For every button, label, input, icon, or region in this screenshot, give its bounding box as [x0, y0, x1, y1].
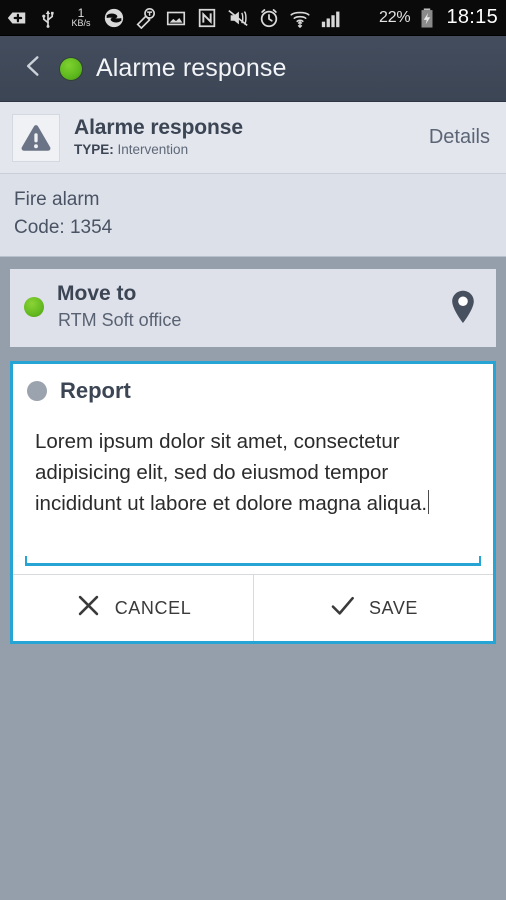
report-header: Report — [13, 364, 493, 410]
tmobile-key-icon — [134, 7, 156, 29]
close-x-icon — [75, 592, 102, 624]
wifi-icon — [289, 7, 311, 29]
cancel-button-label: CANCEL — [114, 597, 192, 618]
step-title-report: Report — [60, 378, 131, 403]
status-bar-right: 22% 18:15 — [379, 6, 498, 29]
usb-icon — [37, 7, 59, 29]
nfc-icon — [196, 7, 218, 29]
map-pin-icon[interactable] — [448, 289, 478, 325]
signal-bars-icon — [320, 7, 342, 29]
task-description: Fire alarm Code: 1354 — [0, 174, 506, 257]
step-text: Move to RTM Soft office — [57, 281, 448, 333]
step-card-move-to[interactable]: Move to RTM Soft office — [10, 269, 496, 347]
cancel-button[interactable]: CANCEL — [13, 575, 253, 641]
checkmark-icon — [329, 592, 356, 624]
report-field-wrapper: Lorem ipsum dolor sit amet, consectetur … — [13, 410, 493, 550]
status-bar-left-icons: 1 KB/s — [6, 7, 379, 29]
browser-icon — [103, 7, 125, 29]
description-line-2: Code: 1354 — [14, 217, 113, 238]
status-bar-clock: 18:15 — [446, 6, 498, 28]
battery-percent-label: 22% — [379, 8, 411, 26]
action-bar: Alarme response — [0, 36, 506, 102]
app-root: 1 KB/s 22% 18:15 Alarme response Alarme … — [0, 0, 506, 900]
download-arrow-icon — [6, 7, 28, 29]
status-dot-green — [60, 57, 82, 80]
save-button-label: SAVE — [368, 597, 419, 618]
page-title: Alarme response — [96, 54, 287, 82]
step-subtitle-location: RTM Soft office — [58, 310, 182, 330]
alarm-clock-icon — [258, 7, 280, 29]
description-line-1: Fire alarm — [14, 189, 100, 210]
task-info-header: Alarme response TYPE: Intervention Detai… — [0, 102, 506, 174]
step-title-move-to: Move to — [57, 282, 137, 305]
task-type-label: TYPE: — [74, 142, 114, 157]
vibrate-mute-icon — [227, 7, 249, 29]
input-underline — [25, 556, 481, 566]
report-actions: CANCEL SAVE — [13, 574, 493, 641]
steps-list: Move to RTM Soft office Report Lorem ips… — [0, 257, 506, 900]
data-rate-unit: KB/s — [71, 18, 91, 28]
data-rate-icon: 1 KB/s — [68, 7, 94, 28]
warning-triangle-icon — [12, 113, 60, 162]
task-info-text: Alarme response TYPE: Intervention — [74, 116, 419, 159]
battery-charging-icon — [416, 7, 438, 29]
task-type-value: Intervention — [117, 142, 189, 157]
save-button[interactable]: SAVE — [253, 575, 493, 641]
step-status-dot-gray — [27, 381, 47, 401]
back-button[interactable] — [6, 36, 60, 102]
task-title: Alarme response — [74, 116, 243, 139]
back-chevron-icon — [20, 51, 46, 86]
status-bar: 1 KB/s 22% 18:15 — [0, 0, 506, 36]
report-text-value: Lorem ipsum dolor sit amet, consectetur … — [35, 430, 428, 515]
step-status-dot-green — [24, 297, 44, 317]
text-caret — [428, 490, 430, 514]
step-card-report: Report Lorem ipsum dolor sit amet, conse… — [10, 361, 496, 644]
screenshot-image-icon — [165, 7, 187, 29]
task-type-line: TYPE: Intervention — [74, 141, 419, 159]
report-textarea[interactable]: Lorem ipsum dolor sit amet, consectetur … — [25, 426, 481, 550]
details-link[interactable]: Details — [419, 126, 490, 149]
